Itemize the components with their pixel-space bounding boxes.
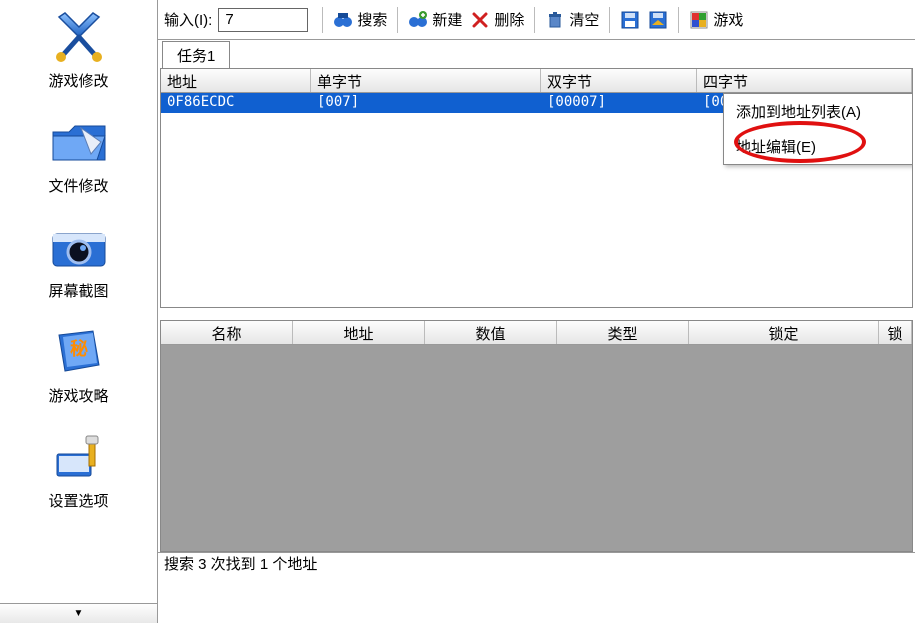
cell-byte: [007] bbox=[311, 93, 541, 113]
search-button[interactable]: 搜索 bbox=[329, 5, 391, 35]
cell-address: 0F86ECDC bbox=[161, 93, 311, 113]
binoculars-icon bbox=[333, 10, 353, 30]
delete-button[interactable]: 删除 bbox=[466, 5, 528, 35]
status-bar: 搜索 3 次找到 1 个地址 bbox=[158, 552, 915, 574]
address-list-header: 名称 地址 数值 类型 锁定 锁 bbox=[161, 321, 912, 345]
ctx-add-to-list[interactable]: 添加到地址列表(A) bbox=[724, 94, 912, 129]
camera-icon bbox=[43, 216, 115, 278]
col-word[interactable]: 双字节 bbox=[541, 69, 697, 92]
disk-icon bbox=[620, 10, 640, 30]
ctx-edit-address[interactable]: 地址编辑(E) bbox=[724, 129, 912, 164]
sidebar-item-label: 屏幕截图 bbox=[48, 280, 108, 301]
address-list-table: 名称 地址 数值 类型 锁定 锁 bbox=[160, 320, 913, 552]
col-address[interactable]: 地址 bbox=[161, 69, 311, 92]
sidebar: 游戏修改 文件修改 屏幕截图 bbox=[0, 0, 158, 623]
col-lock[interactable]: 锁定 bbox=[689, 321, 879, 344]
book-icon: 秘 bbox=[43, 321, 115, 383]
new-button[interactable]: 新建 bbox=[404, 5, 466, 35]
cell-word: [00007] bbox=[541, 93, 697, 113]
sidebar-item-label: 游戏修改 bbox=[48, 70, 108, 91]
results-header: 地址 单字节 双字节 四字节 bbox=[161, 69, 912, 93]
game-icon bbox=[689, 10, 709, 30]
col-lock2[interactable]: 锁 bbox=[879, 321, 912, 344]
context-menu: 添加到地址列表(A) 地址编辑(E) bbox=[723, 93, 913, 165]
sidebar-item-strategy[interactable]: 秘 游戏攻略 bbox=[0, 321, 157, 406]
col-dword[interactable]: 四字节 bbox=[697, 69, 912, 92]
col-type[interactable]: 类型 bbox=[557, 321, 689, 344]
input-label: 输入(I): bbox=[164, 9, 212, 30]
sidebar-item-label: 设置选项 bbox=[48, 490, 108, 511]
disk-open-icon bbox=[648, 10, 668, 30]
sidebar-item-label: 文件修改 bbox=[48, 175, 108, 196]
sidebar-item-game-modify[interactable]: 游戏修改 bbox=[0, 6, 157, 91]
sidebar-item-settings[interactable]: 设置选项 bbox=[0, 426, 157, 511]
delete-x-icon bbox=[470, 10, 490, 30]
clear-button[interactable]: 清空 bbox=[541, 5, 603, 35]
tab-task1[interactable]: 任务1 bbox=[162, 41, 230, 69]
swords-icon bbox=[43, 6, 115, 68]
toolbar: 输入(I): 搜索 新建 删除 bbox=[158, 0, 915, 40]
binoculars-plus-icon bbox=[408, 10, 428, 30]
sidebar-item-screenshot[interactable]: 屏幕截图 bbox=[0, 216, 157, 301]
status-text: 搜索 3 次找到 1 个地址 bbox=[164, 553, 317, 574]
address-list-body[interactable] bbox=[161, 345, 912, 551]
settings-icon bbox=[43, 426, 115, 488]
col-name[interactable]: 名称 bbox=[161, 321, 293, 344]
sidebar-item-label: 游戏攻略 bbox=[48, 385, 108, 406]
sidebar-item-file-modify[interactable]: 文件修改 bbox=[0, 111, 157, 196]
col-value[interactable]: 数值 bbox=[425, 321, 557, 344]
col-addr2[interactable]: 地址 bbox=[293, 321, 425, 344]
svg-text:秘: 秘 bbox=[70, 338, 88, 359]
results-table: 地址 单字节 双字节 四字节 0F86ECDC [007] [00007] [0… bbox=[160, 68, 913, 308]
game-button[interactable]: 游戏 bbox=[685, 5, 747, 35]
search-input[interactable] bbox=[218, 8, 308, 32]
col-byte[interactable]: 单字节 bbox=[311, 69, 541, 92]
trash-icon bbox=[545, 10, 565, 30]
tab-bar: 任务1 bbox=[158, 40, 915, 68]
sidebar-expand-button[interactable]: ▼ bbox=[0, 603, 157, 623]
open-button[interactable] bbox=[644, 5, 672, 35]
folder-icon bbox=[43, 111, 115, 173]
main-area: 输入(I): 搜索 新建 删除 bbox=[158, 0, 915, 623]
save-button[interactable] bbox=[616, 5, 644, 35]
